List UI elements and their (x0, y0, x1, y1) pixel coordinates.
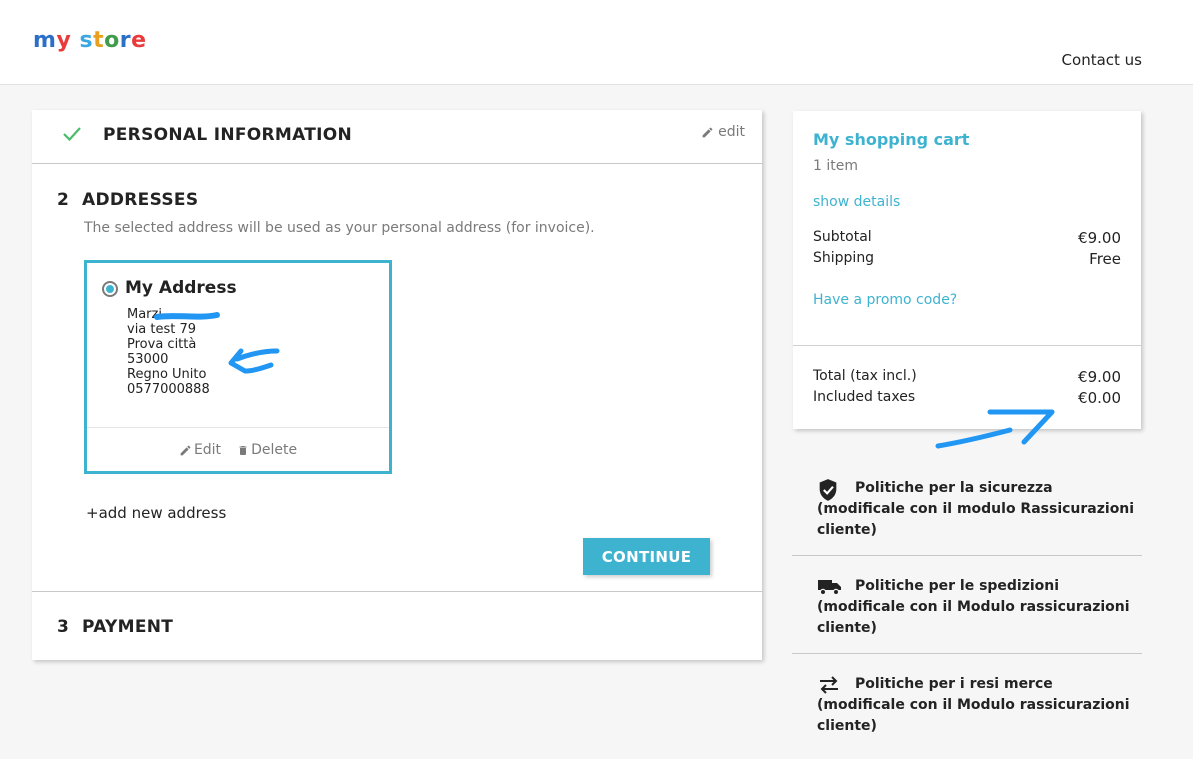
annotation-arrow (228, 348, 280, 374)
reassurance-title: Politiche per la sicurezza (855, 480, 1053, 496)
address-radio[interactable] (102, 281, 118, 297)
cart-divider (793, 345, 1141, 346)
reassurance-subtitle: (modificale con il modulo Rassicurazioni… (817, 501, 1135, 538)
cart-summary: My shopping cart 1 item show details Sub… (793, 111, 1141, 429)
reassurance-item: Politiche per i resi merce (modificale c… (792, 654, 1142, 751)
subtotal-value: €9.00 (1078, 229, 1121, 247)
address-line: 0577000888 (127, 382, 210, 397)
address-line: Regno Unito (127, 367, 207, 382)
cart-title: My shopping cart (813, 130, 970, 149)
trash-icon (239, 445, 247, 455)
total-row: Total (tax incl.) €9.00 (813, 368, 1121, 386)
reassurance-title: Politiche per le spedizioni (855, 578, 1060, 594)
step-title: PERSONAL INFORMATION (103, 125, 353, 145)
logo-letter: t (93, 28, 105, 53)
reassurance-title: Politiche per i resi merce (855, 676, 1053, 692)
step-addresses: 2 ADDRESSES The selected address will be… (32, 164, 762, 592)
reassurance-text: Politiche per le spedizioni (modificale … (817, 576, 1137, 639)
logo-letter: e (131, 28, 147, 53)
logo-letter: o (104, 28, 120, 53)
address-line: 53000 (127, 352, 169, 367)
contact-us-link[interactable]: Contact us (1062, 51, 1142, 69)
subtotal-row: Subtotal €9.00 (813, 229, 1121, 247)
add-new-address-link[interactable]: +add new address (86, 504, 226, 522)
plus-icon: + (86, 504, 99, 522)
logo-letter: s (79, 28, 94, 53)
subtotal-label: Subtotal (813, 229, 872, 245)
store-logo[interactable]: my store (33, 30, 147, 52)
address-line: Prova città (127, 337, 197, 352)
pencil-icon (180, 445, 191, 455)
address-lines: Marzi via test 79 Prova città 53000 Regn… (127, 307, 210, 397)
logo-letter (71, 30, 79, 52)
edit-personal-info-button[interactable]: edit (701, 124, 745, 140)
reassurance-subtitle: (modificale con il Modulo rassicurazioni… (817, 697, 1130, 734)
checkmark-icon (63, 127, 81, 142)
pencil-icon (702, 127, 713, 137)
total-label: Total (tax incl.) (813, 368, 917, 384)
edit-label: edit (718, 124, 745, 140)
reassurance-text: Politiche per la sicurezza (modificale c… (817, 478, 1137, 541)
reassurance-item: Politiche per la sicurezza (modificale c… (792, 458, 1142, 556)
step-personal-information: PERSONAL INFORMATION edit (32, 110, 762, 164)
checkout-steps: PERSONAL INFORMATION edit 2 ADDRESSES Th… (32, 110, 762, 660)
address-card[interactable]: My Address Marzi via test 79 Prova città… (84, 260, 392, 474)
total-value: €9.00 (1078, 368, 1121, 386)
reassurance-item: Politiche per le spedizioni (modificale … (792, 556, 1142, 654)
step-number: 2 (57, 190, 69, 210)
address-name: My Address (125, 278, 237, 298)
header: my store Contact us (0, 0, 1193, 85)
taxes-row: Included taxes €0.00 (813, 389, 1121, 407)
show-details-link[interactable]: show details (813, 194, 900, 210)
step-title: PAYMENT (82, 617, 174, 637)
shipping-value: Free (1089, 250, 1121, 268)
cart-item-count: 1 item (813, 158, 858, 174)
promo-code-link[interactable]: Have a promo code? (813, 292, 957, 308)
address-actions: Edit Delete (87, 427, 389, 472)
continue-button[interactable]: CONTINUE (583, 538, 710, 575)
shipping-label: Shipping (813, 250, 875, 266)
step-payment[interactable]: 3 PAYMENT (32, 592, 762, 660)
address-line: Marzi (127, 307, 162, 322)
add-new-address-label: add new address (98, 504, 227, 522)
address-description: The selected address will be used as you… (84, 220, 595, 236)
shipping-row: Shipping Free (813, 250, 1121, 268)
reassurance-text: Politiche per i resi merce (modificale c… (817, 674, 1137, 737)
delete-address-label: Delete (251, 442, 298, 458)
logo-letter: r (119, 28, 132, 53)
taxes-value: €0.00 (1078, 389, 1121, 407)
logo-letter: y (56, 28, 72, 53)
taxes-label: Included taxes (813, 389, 916, 405)
logo-letter: m (33, 28, 57, 53)
edit-address-button[interactable]: Edit (179, 442, 221, 458)
step-number: 3 (57, 617, 69, 637)
reassurance-list: Politiche per la sicurezza (modificale c… (792, 458, 1142, 751)
reassurance-subtitle: (modificale con il Modulo rassicurazioni… (817, 599, 1130, 636)
delete-address-button[interactable]: Delete (237, 442, 297, 458)
address-line: via test 79 (127, 322, 197, 337)
edit-address-label: Edit (193, 442, 222, 458)
step-title: ADDRESSES (82, 190, 199, 210)
